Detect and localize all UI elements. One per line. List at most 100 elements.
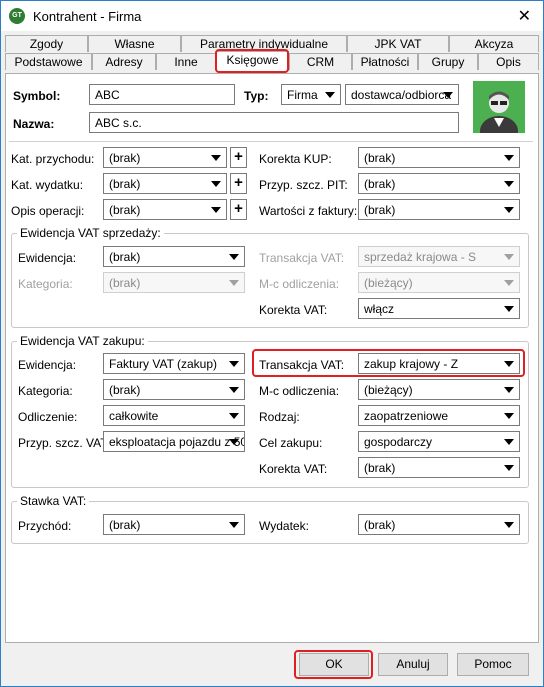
przyp-pit-select[interactable]: (brak): [358, 173, 520, 194]
kat-przychodu-select[interactable]: (brak): [103, 147, 227, 168]
tab-opis[interactable]: Opis: [478, 53, 539, 70]
opis-operacji-select[interactable]: (brak): [103, 199, 227, 220]
chevron-down-icon: [229, 387, 239, 393]
zakup-kategoria-value: (brak): [109, 383, 141, 397]
tab-jpk-vat[interactable]: JPK VAT: [347, 35, 449, 52]
tab-akcyza[interactable]: Akcyza: [449, 35, 539, 52]
tab-zgody[interactable]: Zgody: [5, 35, 88, 52]
chevron-down-icon: [211, 155, 221, 161]
chevron-down-icon: [504, 439, 514, 445]
tab-wlasne[interactable]: Własne: [88, 35, 181, 52]
stawka-wydatek-value: (brak): [364, 518, 396, 532]
add-kat-wydatku-button[interactable]: +: [230, 173, 247, 194]
kat-wydatku-select[interactable]: (brak): [103, 173, 227, 194]
add-opis-operacji-button[interactable]: +: [230, 199, 247, 220]
chevron-down-icon: [325, 92, 335, 98]
zakup-przyp-vat-label: Przyp. szcz. VAT:: [18, 436, 110, 450]
add-kat-przychodu-button[interactable]: +: [230, 147, 247, 168]
zakup-ewidencja-label: Ewidencja:: [18, 358, 77, 372]
kat-przychodu-label: Kat. przychodu:: [11, 152, 95, 166]
typ2-select[interactable]: dostawca/odbiorca: [345, 84, 459, 105]
korekta-kup-select[interactable]: (brak): [358, 147, 520, 168]
contractor-avatar[interactable]: [473, 81, 525, 133]
tab-highlight: [215, 49, 289, 73]
typ-select-value: Firma: [287, 88, 318, 102]
przyp-pit-value: (brak): [364, 177, 396, 191]
wartosci-select[interactable]: (brak): [358, 199, 520, 220]
tab-adresy[interactable]: Adresy: [92, 53, 156, 70]
chevron-down-icon: [504, 207, 514, 213]
zakup-odliczenie-label: Odliczenie:: [18, 410, 78, 424]
chevron-down-icon: [229, 413, 239, 419]
zakup-odliczenie-value: całkowite: [109, 409, 159, 423]
zakup-odliczenie-select[interactable]: całkowite: [103, 405, 245, 426]
sprzedaz-korekta-select[interactable]: włącz: [358, 298, 520, 319]
zakup-cel-label: Cel zakupu:: [259, 436, 323, 450]
dialog-window: GT Kontrahent - Firma ✕ Zgody Własne Par…: [0, 0, 544, 687]
tab-podstawowe[interactable]: Podstawowe: [5, 53, 92, 70]
chevron-down-icon: [443, 92, 453, 98]
zakup-kategoria-select[interactable]: (brak): [103, 379, 245, 400]
sprzedaz-transakcja-value: sprzedaż krajowa - S: [364, 250, 477, 264]
zakup-rodzaj-select[interactable]: zaopatrzeniowe: [358, 405, 520, 426]
przyp-pit-label: Przyp. szcz. PIT:: [259, 178, 348, 192]
zakup-cel-select[interactable]: gospodarczy: [358, 431, 520, 452]
nazwa-input[interactable]: ABC s.c.: [89, 112, 459, 133]
typ-select[interactable]: Firma: [281, 84, 341, 105]
symbol-input[interactable]: ABC: [89, 84, 235, 105]
chevron-down-icon: [211, 207, 221, 213]
chevron-down-icon: [229, 254, 239, 260]
zakup-ewidencja-value: Faktury VAT (zakup): [109, 357, 218, 371]
sprzedaz-mc-label: M-c odliczenia:: [259, 277, 340, 291]
divider: [9, 141, 533, 142]
sprzedaz-kategoria-select: (brak): [103, 272, 245, 293]
wartosci-value: (brak): [364, 203, 396, 217]
transakcja-highlight: [252, 349, 525, 377]
korekta-kup-label: Korekta KUP:: [259, 152, 332, 166]
sprzedaz-korekta-label: Korekta VAT:: [259, 303, 328, 317]
chevron-down-icon: [504, 155, 514, 161]
chevron-down-icon: [504, 306, 514, 312]
zakup-cel-value: gospodarczy: [364, 435, 433, 449]
anuluj-button[interactable]: Anuluj: [378, 653, 448, 676]
chevron-down-icon: [504, 254, 514, 260]
stawka-przychod-select[interactable]: (brak): [103, 514, 245, 535]
tab-grupy[interactable]: Grupy: [418, 53, 478, 70]
zakup-rodzaj-value: zaopatrzeniowe: [364, 409, 449, 423]
stawka-wydatek-label: Wydatek:: [259, 519, 309, 533]
sprzedaz-mc-value: (bieżący): [364, 276, 413, 290]
zakup-przyp-vat-select[interactable]: eksploatacja pojazdu z 50%: [103, 431, 245, 452]
zakup-mc-label: M-c odliczenia:: [259, 384, 340, 398]
chevron-down-icon: [504, 280, 514, 286]
kat-przychodu-value: (brak): [109, 151, 141, 165]
sprzedaz-transakcja-label: Transakcja VAT:: [259, 251, 345, 265]
tab-platnosci[interactable]: Płatności: [352, 53, 418, 70]
sprzedaz-ewidencja-select[interactable]: (brak): [103, 246, 245, 267]
nazwa-label: Nazwa:: [13, 117, 55, 131]
zakup-korekta-select[interactable]: (brak): [358, 457, 520, 478]
chevron-down-icon: [504, 387, 514, 393]
zakup-rodzaj-label: Rodzaj:: [259, 410, 300, 424]
pomoc-button[interactable]: Pomoc: [457, 653, 529, 676]
chevron-down-icon: [229, 280, 239, 286]
sprzedaz-kategoria-label: Kategoria:: [18, 277, 73, 291]
close-icon[interactable]: ✕: [518, 6, 531, 26]
zakup-przyp-vat-value: eksploatacja pojazdu z 50%: [109, 435, 245, 449]
chevron-down-icon: [229, 522, 239, 528]
sprzedaz-group-title: Ewidencja VAT sprzedaży:: [17, 226, 164, 240]
zakup-mc-select[interactable]: (bieżący): [358, 379, 520, 400]
tab-inne[interactable]: Inne: [156, 53, 216, 70]
chevron-down-icon: [504, 522, 514, 528]
symbol-label: Symbol:: [13, 89, 61, 103]
zakup-korekta-value: (brak): [364, 461, 396, 475]
zakup-ewidencja-select[interactable]: Faktury VAT (zakup): [103, 353, 245, 374]
stawka-group-title: Stawka VAT:: [17, 494, 90, 508]
chevron-down-icon: [211, 181, 221, 187]
kat-wydatku-value: (brak): [109, 177, 141, 191]
chevron-down-icon: [229, 439, 239, 445]
wartosci-label: Wartości z faktury:: [259, 204, 358, 218]
chevron-down-icon: [504, 465, 514, 471]
stawka-wydatek-select[interactable]: (brak): [358, 514, 520, 535]
tab-crm[interactable]: CRM: [289, 53, 352, 70]
title-bar: GT Kontrahent - Firma ✕: [1, 1, 543, 31]
